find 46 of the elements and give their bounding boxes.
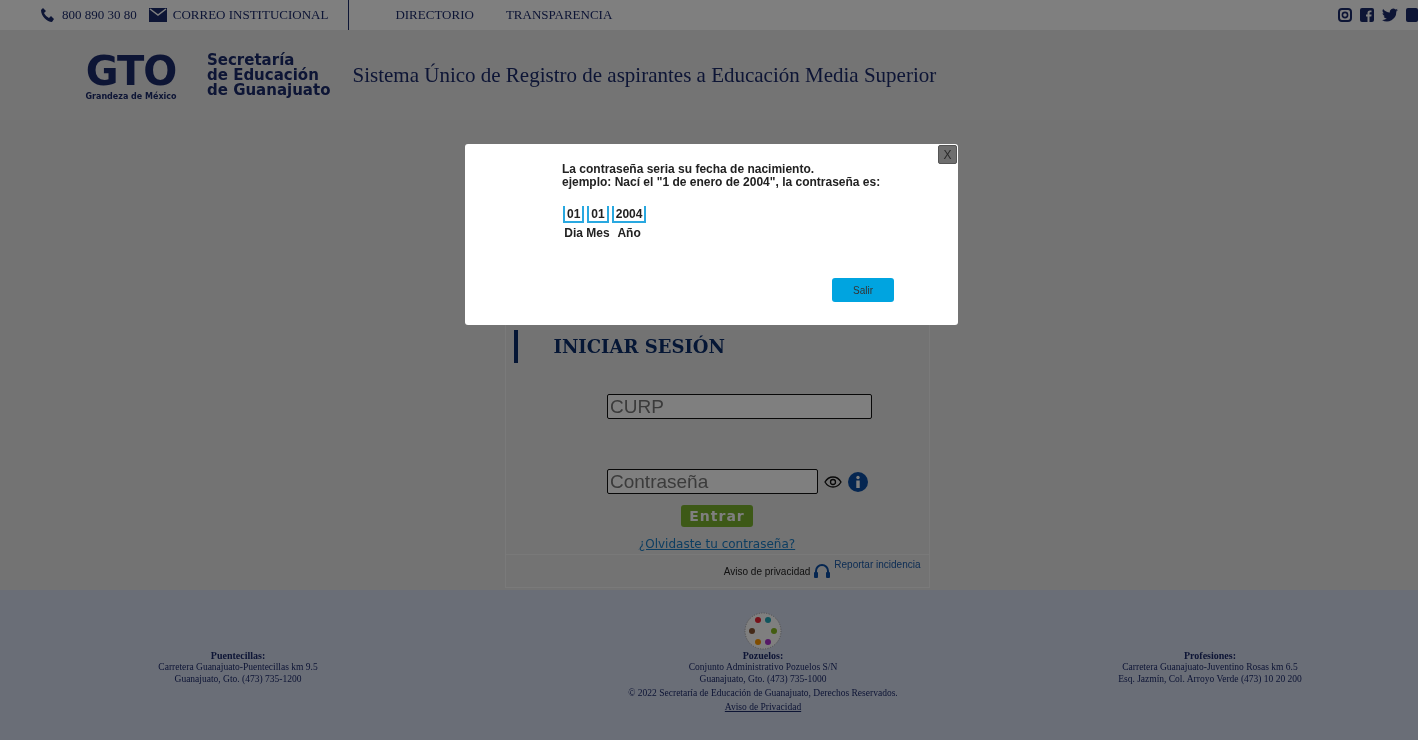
close-button[interactable]: X xyxy=(938,145,957,164)
location-address-line: Carretera Guanajuato-Juventino Rosas km 6.5 xyxy=(1122,661,1298,673)
headset-icon xyxy=(813,563,832,579)
agency-name-line: de Educación xyxy=(207,67,319,83)
location-address-line: Guanajuato, Gto. (473) 735-1000 xyxy=(699,673,827,685)
top-nav-link[interactable]: TRANSPARENCIA xyxy=(505,7,613,23)
copyright-text: © 2022 Secretaría de Educación de Guanajuato, Derechos Reservados. xyxy=(628,687,898,700)
dialog-message-line: La contraseña seria su fecha de nacimiento. xyxy=(562,163,816,176)
exit-button[interactable]: Salir xyxy=(832,278,894,302)
eye-icon[interactable] xyxy=(824,475,842,488)
location-address-line: Conjunto Administrativo Pozuelos S/N xyxy=(688,661,838,673)
dialog-message-line: ejemplo: Nací el "1 de enero de 2004", la contraseña es: xyxy=(562,176,881,189)
agency-name-line: de Guanajuato xyxy=(207,82,331,98)
date-part-label: Mes xyxy=(586,226,610,240)
logo-tagline: Grandeza de México xyxy=(85,91,177,101)
location-name: Pozuelos: xyxy=(742,650,784,661)
agency-name-line: Secretaría xyxy=(207,52,295,68)
report-issue-link[interactable]: Reportar incidencia xyxy=(834,559,921,570)
email-link[interactable]: CORREO INSTITUCIONAL xyxy=(172,7,329,23)
people-circle-logo-icon xyxy=(744,612,782,650)
footer-privacy-link[interactable]: Aviso de Privacidad xyxy=(724,700,802,714)
location-address-line: Carretera Guanajuato-Puentecillas km 9.5 xyxy=(158,661,318,673)
example-date-field: 01 xyxy=(587,206,609,223)
twitter-icon[interactable] xyxy=(1382,8,1398,22)
location-name: Puentecillas: xyxy=(210,650,266,661)
instagram-icon[interactable] xyxy=(1338,8,1352,22)
phone-icon xyxy=(40,7,56,23)
privacy-notice-link[interactable]: Aviso de privacidad xyxy=(723,565,811,577)
example-date-field: 2004 xyxy=(611,206,647,223)
facebook-icon[interactable] xyxy=(1360,8,1374,22)
location-address-line: Esq. Jazmín, Col. Arroyo Verde (473) 10 20 200 xyxy=(1118,673,1302,685)
phone-number: 800 890 30 80 xyxy=(62,7,137,23)
logo-wordmark: GTO xyxy=(85,49,177,92)
curp-field[interactable]: CURP xyxy=(607,394,872,419)
date-part-label: Año xyxy=(617,226,641,240)
example-date-field: 01 xyxy=(563,206,585,223)
system-title: Sistema Único de Registro de aspirantes a Educación Media Superior xyxy=(352,62,937,88)
mail-icon xyxy=(148,8,167,22)
password-field[interactable]: Contraseña xyxy=(607,469,818,494)
top-nav-link[interactable]: DIRECTORIO xyxy=(395,7,474,23)
date-part-label: Dia xyxy=(564,226,583,240)
info-icon[interactable] xyxy=(848,471,868,492)
location-address-line: Guanajuato, Gto. (473) 735-1200 xyxy=(174,673,302,685)
location-name: Profesiones: xyxy=(1184,650,1236,661)
forgot-password-link[interactable]: ¿Olvidaste tu contraseña? xyxy=(638,537,796,551)
login-heading: INICIAR SESIÓN xyxy=(513,330,725,363)
